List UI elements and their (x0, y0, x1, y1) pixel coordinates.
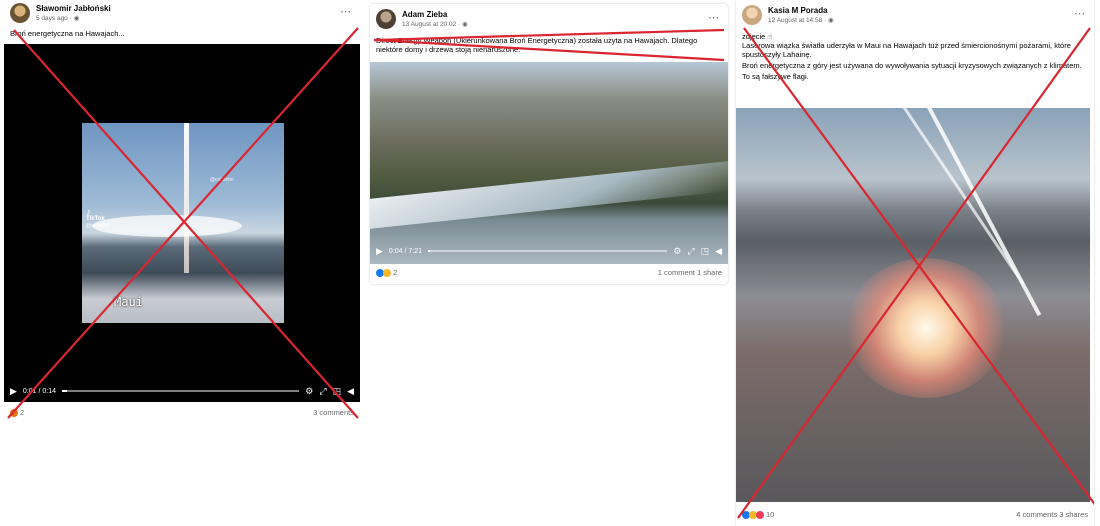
video-controls: ▶ 0:04 / 7:21 ⚙ ⤢ ◳ ◀︎ (370, 242, 728, 260)
video-player[interactable]: ▶ 0:04 / 7:21 ⚙ ⤢ ◳ ◀︎ (370, 62, 728, 264)
post-timestamp[interactable]: 12 August at 14:58 · ◉ (768, 16, 834, 24)
reactions[interactable]: 2 (376, 268, 397, 277)
author-name[interactable]: Sławomir Jabłoński (36, 4, 111, 13)
post-footer: 2 3 comments (10, 408, 354, 420)
post-text: Broń energetyczna na Hawajach... (10, 29, 125, 38)
love-reaction-icon (756, 510, 764, 519)
post-text-line: Laserowa wiązka światła uderzyła w Maui … (742, 41, 1071, 59)
more-options-icon[interactable]: ⋯ (708, 11, 720, 24)
globe-icon: ◉ (462, 21, 468, 28)
reactions[interactable]: 2 (10, 408, 24, 417)
post-card-2: Adam Zieba 13 August at 20:02 · ◉ ⋯ Dire… (370, 4, 728, 284)
cloud (92, 215, 242, 237)
post-footer: 2 1 comment 1 share (376, 268, 722, 280)
comment-share-counts[interactable]: 4 comments 3 shares (1016, 510, 1088, 519)
video-player[interactable]: ♪ TikTok @calibebo @calibebo Maui ▶ 0:01… (4, 44, 360, 402)
video-time: 0:01 / 0:14 (22, 387, 57, 395)
progress-bar[interactable] (428, 250, 668, 252)
post-text-line: Broń energetyczna z góry jest używana do… (742, 61, 1082, 70)
post-footer: 10 4 comments 3 shares (742, 510, 1088, 522)
avatar[interactable] (742, 5, 762, 25)
light-ray (876, 108, 1025, 285)
post-timestamp[interactable]: 5 days ago · ◉ (36, 14, 79, 22)
tiktok-label: TikTok (86, 216, 105, 222)
fullscreen-icon[interactable]: ⤢ (687, 246, 694, 257)
shoreline (370, 161, 728, 229)
progress-bar[interactable] (62, 390, 300, 392)
reaction-count: 10 (766, 510, 775, 519)
post-header: Adam Zieba 13 August at 20:02 · ◉ ⋯ (376, 9, 722, 31)
reaction-count: 2 (393, 268, 398, 277)
progress-fill (62, 390, 67, 392)
settings-icon[interactable]: ⚙ (305, 386, 313, 397)
timestamp-text: 13 August at 20:02 · (402, 21, 462, 28)
post-header: Sławomir Jabłoński 5 days ago · ◉ ⋯ (10, 3, 354, 25)
explosion-glow (846, 258, 1006, 398)
comment-share-counts[interactable]: 3 comments (313, 408, 354, 417)
author-name[interactable]: Kasia M Porada (768, 6, 828, 15)
reactions[interactable]: 10 (742, 510, 774, 519)
progress-fill (428, 250, 431, 252)
fullscreen-icon[interactable]: ⤢ (319, 386, 326, 397)
video-frame: ♪ TikTok @calibebo @calibebo Maui (82, 123, 284, 323)
angry-reaction-icon (10, 408, 18, 417)
tiktok-icon: ♪ (86, 207, 91, 218)
volume-icon[interactable]: ◀︎ (347, 386, 354, 397)
more-options-icon[interactable]: ⋯ (340, 5, 352, 18)
avatar[interactable] (376, 9, 396, 29)
light-beam (184, 123, 189, 273)
tiktok-user: @calibebo (86, 223, 110, 229)
post-text: zdjęcie ☝ Laserowa wiązka światła uderzy… (742, 32, 1088, 81)
comment-share-counts[interactable]: 1 comment 1 share (658, 268, 722, 277)
video-time: 0:04 / 7:21 (388, 247, 423, 255)
video-watermark: @calibebo (210, 177, 234, 183)
avatar[interactable] (10, 3, 30, 23)
timestamp-text: 5 days ago · (36, 15, 74, 22)
post-timestamp[interactable]: 13 August at 20:02 · ◉ (402, 20, 468, 28)
post-text-line: zdjęcie ☝ (742, 32, 772, 41)
play-icon[interactable]: ▶ (10, 386, 17, 397)
post-text: Direct Energy Weapon (Ukierunkowana Broń… (376, 36, 698, 54)
more-options-icon[interactable]: ⋯ (1074, 7, 1086, 20)
post-image[interactable] (736, 108, 1090, 502)
timestamp-text: 12 August at 14:58 · (768, 17, 828, 24)
post-card-3: Kasia M Porada 12 August at 14:58 · ◉ ⋯ … (736, 0, 1094, 526)
pip-icon[interactable]: ◳ (701, 246, 710, 257)
post-text-line: To są fałszywe flagi. (742, 72, 809, 81)
post-card-1: Sławomir Jabłoński 5 days ago · ◉ ⋯ Broń… (4, 0, 360, 420)
care-reaction-icon (383, 268, 391, 277)
post-header: Kasia M Porada 12 August at 14:58 · ◉ ⋯ (742, 5, 1088, 27)
tiktok-logo: ♪ TikTok @calibebo (86, 207, 110, 230)
video-caption: Maui (114, 295, 143, 309)
settings-icon[interactable]: ⚙ (673, 246, 681, 257)
author-name[interactable]: Adam Zieba (402, 10, 447, 19)
globe-icon: ◉ (828, 17, 834, 24)
volume-icon[interactable]: ◀︎ (715, 246, 722, 257)
video-controls: ▶ 0:01 / 0:14 ⚙ ⤢ ◳ ◀︎ (4, 382, 360, 400)
globe-icon: ◉ (73, 15, 80, 22)
play-icon[interactable]: ▶ (376, 246, 383, 257)
reaction-count: 2 (20, 408, 25, 417)
pip-icon[interactable]: ◳ (333, 386, 342, 397)
